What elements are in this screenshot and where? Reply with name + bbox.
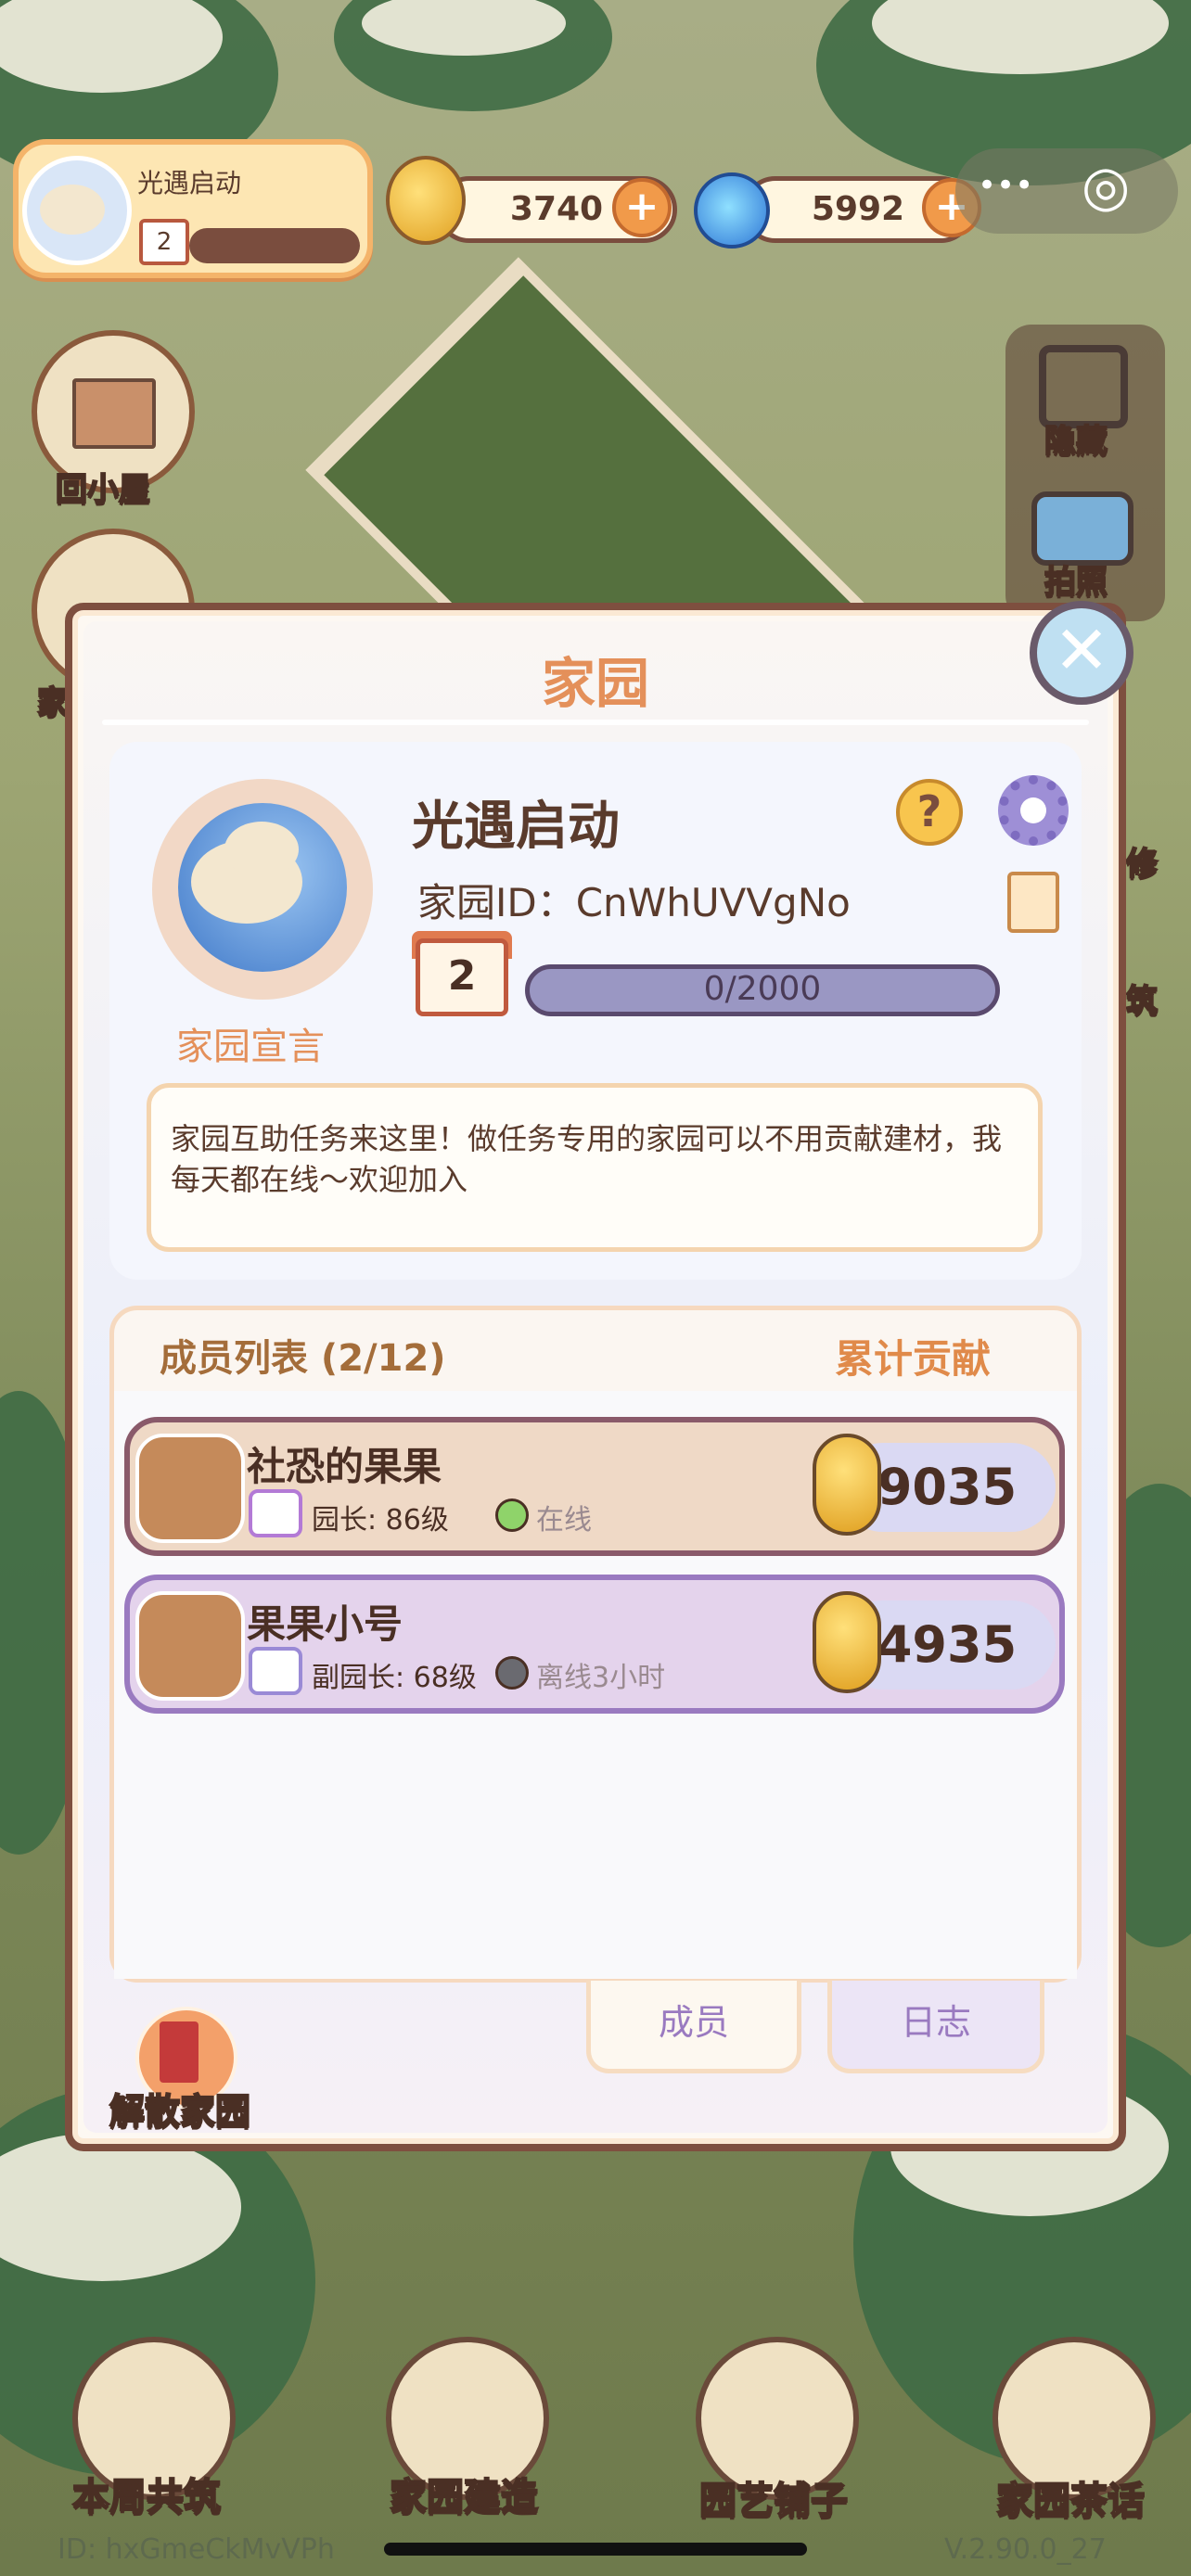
member-status: 在线 <box>536 1504 592 1537</box>
player-xp-bar <box>189 228 360 263</box>
gear-hole <box>1020 797 1046 823</box>
garden-level-badge: 2 <box>416 938 508 1016</box>
golden-snail-coin-icon <box>813 1434 881 1536</box>
member-role: 园长: 86级 <box>312 1504 449 1537</box>
garden-id-label: 家园ID： <box>417 880 576 925</box>
nav-weekly-build[interactable]: 本周共筑 <box>71 2467 222 2520</box>
hide-label[interactable]: 隐藏 <box>1044 415 1108 461</box>
garden-id-value: CnWhUVVgNo <box>575 880 851 925</box>
blue-swirl-gem-icon <box>694 172 770 249</box>
help-icon[interactable]: ? <box>896 779 963 846</box>
copy-id-icon[interactable] <box>1007 872 1059 933</box>
member-status: 离线3小时 <box>536 1662 666 1694</box>
edit-label[interactable]: 修 <box>1125 838 1159 884</box>
garden-id: 家园ID：CnWhUVVgNo <box>417 872 851 928</box>
nav-garden-chat[interactable]: 家园茶话 <box>995 2470 1146 2524</box>
tab-members[interactable]: 成员 <box>586 1981 801 2073</box>
photo-label[interactable]: 拍照 <box>1044 556 1108 602</box>
member-avatar <box>135 1591 245 1701</box>
add-coins-button[interactable]: + <box>612 178 672 237</box>
return-cabin-label: 回小屋 <box>55 470 151 509</box>
vice-owner-crown-icon <box>249 1647 302 1695</box>
garden-avatar-image <box>178 803 347 972</box>
golden-snail-coin-icon <box>386 156 466 245</box>
member-name: 社恐的果果 <box>247 1444 442 1489</box>
home-indicator[interactable] <box>384 2543 807 2556</box>
title-divider <box>102 720 1089 725</box>
player-avatar[interactable] <box>22 156 132 265</box>
nav-garden-build[interactable]: 家园建造 <box>389 2467 539 2520</box>
player-name: 光遇启动 <box>137 168 242 198</box>
garden-name: 光遇启动 <box>412 797 620 857</box>
member-name: 果果小号 <box>247 1601 403 1647</box>
nav-garden-shop[interactable]: 园艺铺子 <box>698 2470 849 2524</box>
close-target-icon[interactable]: ◎ <box>1082 154 1130 219</box>
garden-declaration-text: 家园互助任务来这里！做任务专用的家园可以不用贡献建材，我每天都在线～欢迎加入 <box>171 1121 1003 1197</box>
golden-snail-coin-icon <box>813 1591 881 1693</box>
garden-declaration-label: 家园宣言 <box>176 1026 325 1068</box>
house-icon <box>72 378 156 449</box>
disband-label[interactable]: 解散家园 <box>109 2083 251 2134</box>
garden-xp-bar: 0/2000 <box>525 964 1000 1016</box>
owner-crown-icon <box>249 1489 302 1537</box>
exit-door-icon <box>160 2021 198 2083</box>
member-avatar <box>135 1434 245 1543</box>
offline-status-dot <box>495 1656 529 1690</box>
contribution-title: 累计贡献 <box>835 1336 992 1382</box>
online-status-dot <box>495 1498 529 1532</box>
member-list-title: 成员列表 (2/12) <box>160 1337 446 1380</box>
more-menu-icon[interactable]: ••• <box>978 167 1033 204</box>
player-level-badge: 2 <box>139 219 189 265</box>
tab-log[interactable]: 日志 <box>827 1981 1044 2073</box>
player-id-text: ID: hxGmeCkMvVPh <box>58 2533 335 2566</box>
close-button[interactable]: ✕ <box>1030 601 1133 705</box>
member-role: 副园长: 68级 <box>312 1662 477 1694</box>
version-text: V.2.90.0_27 <box>944 2533 1107 2566</box>
modal-title: 家园 <box>541 652 649 715</box>
camera-icon[interactable] <box>1031 491 1133 566</box>
build-label[interactable]: 筑 <box>1125 976 1159 1021</box>
